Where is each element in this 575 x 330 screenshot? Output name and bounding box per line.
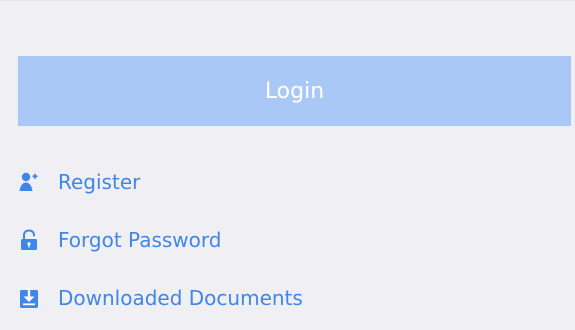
register-label: Register xyxy=(58,170,141,194)
login-screen: Login Register Forgot Password Downloade… xyxy=(0,0,575,330)
forgot-password-link[interactable]: Forgot Password xyxy=(18,223,221,257)
user-plus-icon xyxy=(18,171,40,193)
login-button[interactable]: Login xyxy=(18,56,571,126)
register-link[interactable]: Register xyxy=(18,165,140,199)
downloaded-documents-label: Downloaded Documents xyxy=(58,286,303,310)
forgot-password-label: Forgot Password xyxy=(58,228,222,252)
unlock-icon xyxy=(18,229,40,251)
downloaded-documents-link[interactable]: Downloaded Documents xyxy=(18,281,303,315)
download-icon xyxy=(18,287,40,309)
